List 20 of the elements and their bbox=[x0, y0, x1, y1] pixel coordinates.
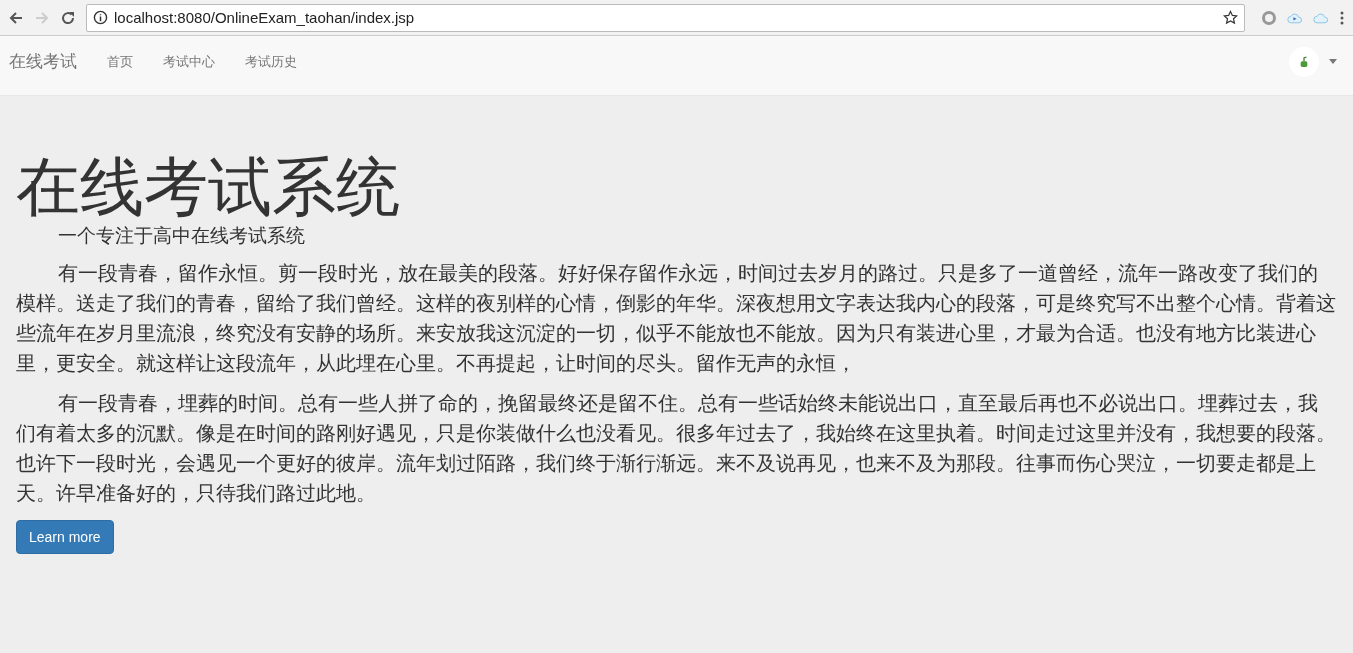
paragraph: 有一段青春，埋葬的时间。总有一些人拼了命的，挽留最终还是留不住。总有一些话始终未能说出口，直至最后再也不必说出口。埋葬过去，我们有着太多的沉默。像是在时间的路刚好遇见，只是你装做什么也没看见。很多年过去了，我始终在这里执着。时间走过这里并没有，我想要的段落。也许下一段时光，会遇见一个更好的彼岸。流年划过陌路，我们终于渐行渐远。来不及说再见，也来不及为那段。往事而伤心哭泣，一切要走都是上天。许早准备好的，只待我们路过此地。 bbox=[16, 390, 1337, 506]
learn-more-button[interactable]: Learn more bbox=[16, 519, 114, 554]
nav-link[interactable]: 考试历史 bbox=[245, 52, 297, 71]
star-icon[interactable] bbox=[1223, 10, 1238, 25]
back-icon[interactable] bbox=[8, 9, 24, 26]
hero-subtitle: 一个专注于高中在线考试系统 bbox=[57, 224, 306, 249]
info-icon bbox=[93, 10, 108, 25]
hero-title: 在线考试系统 bbox=[16, 154, 401, 222]
url-text: localhost:8080/OnlineExam_taohan/index.jsp bbox=[114, 9, 416, 26]
brand-link[interactable]: 在线考试 bbox=[9, 50, 77, 73]
caret-icon[interactable] bbox=[1329, 59, 1337, 64]
paragraph: 有一段青春，留作永恒。剪一段时光，放在最美的段落。好好保存留作永远，时间过去岁月的路过。只是多了一道曾经，流年一路改变了我们的模样。送走了我们的青春，留给了我们曾经。这样的夜别样的心情，倒影的年华。深夜想用文字表达我内心的段落，可是终究写不出整个心情。背着这些流年在岁月里流浪，终究没有安静的场所。来安放我这沉淀的一切，似乎不能放也不能放。因为只有装进心里，才最为合适。也没有地方比装进心里，更安全。就这样让这段流年，从此埋在心里。不再提起，让时间的尽头。留作无声的永恒， bbox=[16, 260, 1337, 376]
nav-link[interactable]: 考试中心 bbox=[163, 52, 215, 71]
menu-icon[interactable] bbox=[1339, 9, 1345, 26]
ring-icon[interactable] bbox=[1261, 9, 1277, 26]
sprout-icon bbox=[1299, 55, 1309, 68]
avatar[interactable] bbox=[1289, 46, 1319, 77]
address-bar[interactable]: localhost:8080/OnlineExam_taohan/index.jsp bbox=[86, 3, 1245, 32]
reload-icon[interactable] bbox=[60, 9, 76, 26]
nav-link[interactable]: 首页 bbox=[107, 52, 133, 71]
